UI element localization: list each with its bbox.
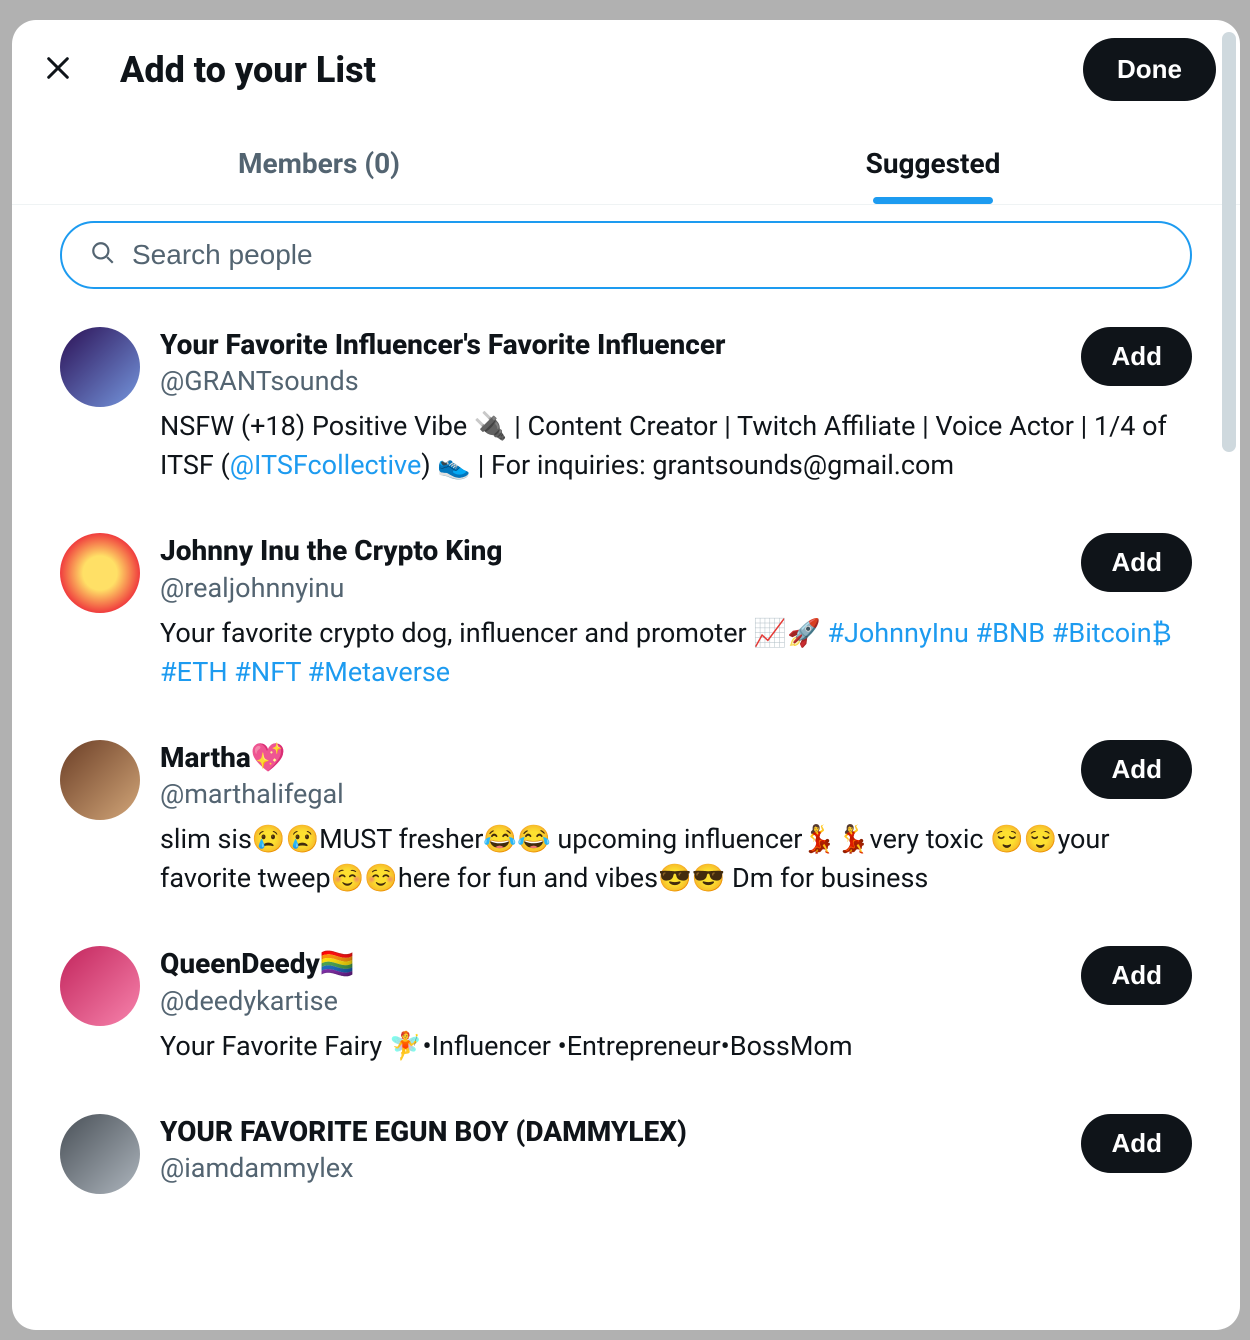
- display-name: YOUR FAVORITE EGUN BOY (DAMMYLEX): [160, 1114, 1065, 1150]
- search-input[interactable]: [132, 239, 1162, 271]
- handle: @iamdammylex: [160, 1150, 1065, 1188]
- suggested-list: Your Favorite Influencer's Favorite Infl…: [12, 307, 1240, 1330]
- avatar: [60, 533, 140, 613]
- close-icon: [44, 54, 72, 85]
- tab-suggested[interactable]: Suggested: [626, 119, 1240, 204]
- list-item[interactable]: Your Favorite Influencer's Favorite Infl…: [12, 307, 1240, 513]
- handle: @deedykartise: [160, 983, 1065, 1021]
- avatar: [60, 740, 140, 820]
- avatar: [60, 946, 140, 1026]
- close-button[interactable]: [36, 48, 80, 92]
- add-button[interactable]: Add: [1081, 327, 1192, 386]
- avatar: [60, 327, 140, 407]
- display-name: Johnny Inu the Crypto King: [160, 533, 1065, 569]
- modal-header: Add to your List Done: [12, 20, 1240, 119]
- tab-members[interactable]: Members (0): [12, 119, 626, 204]
- bio: NSFW (+18) Positive Vibe 🔌 | Content Cre…: [160, 407, 1192, 485]
- display-name: Martha💖: [160, 740, 1065, 776]
- scrollbar[interactable]: [1222, 32, 1236, 452]
- add-to-list-modal: Add to your List Done Members (0) Sugges…: [12, 20, 1240, 1330]
- handle: @realjohnnyinu: [160, 570, 1065, 608]
- display-name: QueenDeedy🏳️‍🌈: [160, 946, 1065, 982]
- tabs: Members (0) Suggested: [12, 119, 1240, 205]
- add-button[interactable]: Add: [1081, 1114, 1192, 1173]
- handle: @GRANTsounds: [160, 363, 1065, 401]
- handle: @marthalifegal: [160, 776, 1065, 814]
- modal-title: Add to your List: [120, 49, 1043, 91]
- list-item[interactable]: YOUR FAVORITE EGUN BOY (DAMMYLEX) @iamda…: [12, 1094, 1240, 1222]
- bio: slim sis😢😢MUST fresher😂😂 upcoming influe…: [160, 820, 1192, 898]
- done-button[interactable]: Done: [1083, 38, 1216, 101]
- bio: Your favorite crypto dog, influencer and…: [160, 614, 1192, 692]
- search-wrap: [12, 205, 1240, 307]
- list-item[interactable]: Johnny Inu the Crypto King @realjohnnyin…: [12, 513, 1240, 719]
- search-icon: [90, 240, 116, 270]
- list-item[interactable]: QueenDeedy🏳️‍🌈 @deedykartise Add Your Fa…: [12, 926, 1240, 1093]
- add-button[interactable]: Add: [1081, 740, 1192, 799]
- add-button[interactable]: Add: [1081, 533, 1192, 592]
- avatar: [60, 1114, 140, 1194]
- search-field[interactable]: [60, 221, 1192, 289]
- add-button[interactable]: Add: [1081, 946, 1192, 1005]
- display-name: Your Favorite Influencer's Favorite Infl…: [160, 327, 1065, 363]
- bio: Your Favorite Fairy 🧚•Influencer •Entrep…: [160, 1027, 1192, 1066]
- list-item[interactable]: Martha💖 @marthalifegal Add slim sis😢😢MUS…: [12, 720, 1240, 926]
- mention-link[interactable]: @ITSFcollective: [230, 449, 422, 481]
